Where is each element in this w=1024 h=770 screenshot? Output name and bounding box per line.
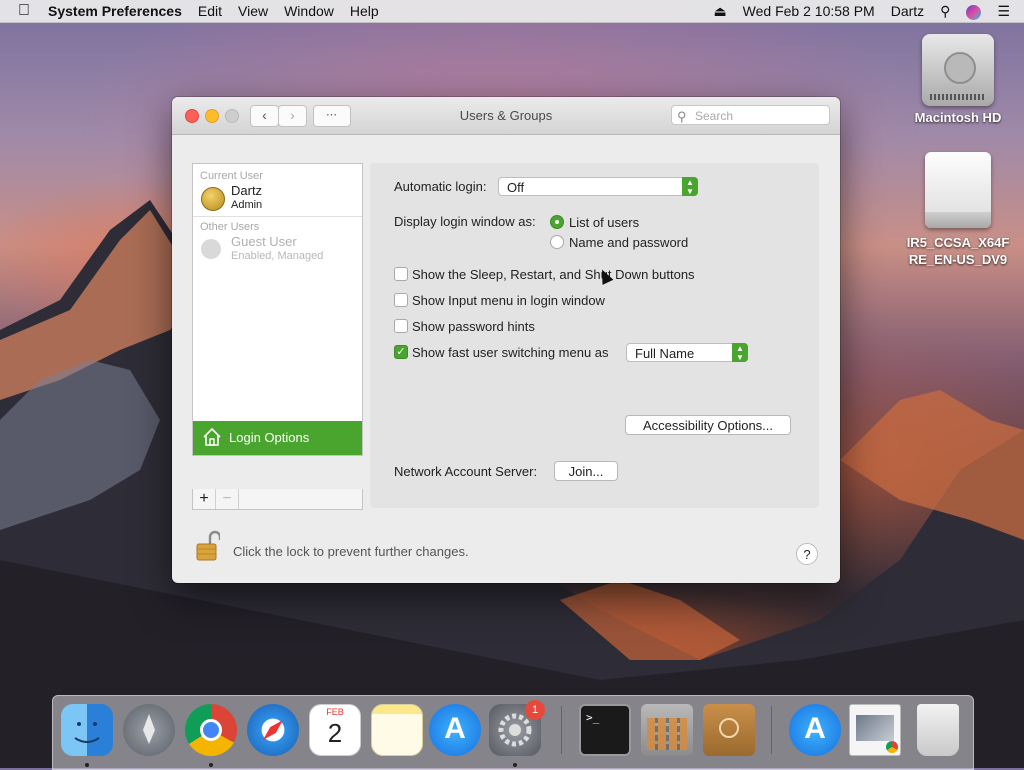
calendar-day: 2 bbox=[327, 718, 343, 748]
menu-bar:  System Preferences Edit View Window He… bbox=[0, 0, 1024, 23]
back-button[interactable]: ‹ bbox=[250, 105, 279, 127]
user-status: Enabled, Managed bbox=[231, 250, 324, 262]
lock-open-icon[interactable] bbox=[196, 530, 222, 562]
app-store-icon[interactable]: A bbox=[429, 704, 481, 756]
calendar-icon[interactable]: FEB 2 bbox=[309, 704, 361, 756]
apple-menu-icon[interactable]:  bbox=[0, 2, 40, 20]
running-indicator bbox=[513, 763, 517, 767]
network-account-server-label: Network Account Server: bbox=[394, 464, 538, 479]
notification-badge: 1 bbox=[525, 700, 545, 720]
house-icon bbox=[203, 427, 221, 446]
desktop-icon-macintosh-hd[interactable]: Macintosh HD bbox=[908, 34, 1008, 125]
menu-edit[interactable]: Edit bbox=[190, 0, 230, 22]
automatic-login-popup[interactable]: Off ▲ ▼ bbox=[498, 177, 698, 196]
show-all-button[interactable]: ⋯ bbox=[313, 105, 351, 127]
launchpad-icon[interactable] bbox=[123, 704, 175, 756]
checkbox-fast-user-switching-label[interactable]: Show fast user switching menu as bbox=[412, 345, 609, 360]
avatar bbox=[201, 187, 225, 211]
search-placeholder: Search bbox=[695, 109, 734, 123]
user-role: Admin bbox=[231, 199, 263, 211]
desktop-icon-external-drive[interactable]: IR5_CCSA_X64FRE_EN-US_DV9 bbox=[906, 152, 1010, 268]
radio-list-of-users-label[interactable]: List of users bbox=[569, 215, 639, 230]
checkbox-show-password-hints-label[interactable]: Show password hints bbox=[412, 319, 535, 334]
lock-row: Click the lock to prevent further change… bbox=[196, 530, 469, 565]
display-login-label: Display login window as: bbox=[394, 214, 536, 229]
menu-view[interactable]: View bbox=[230, 0, 276, 22]
desktop-icon-label: Macintosh HD bbox=[914, 110, 1002, 125]
checkmark-icon: ✓ bbox=[396, 346, 406, 358]
automatic-login-label: Automatic login: bbox=[394, 179, 487, 194]
calendar-month: FEB bbox=[326, 707, 344, 717]
fast-user-switch-value: Full Name bbox=[635, 346, 695, 361]
checkbox-show-input-menu[interactable] bbox=[394, 293, 408, 307]
siri-icon[interactable] bbox=[958, 0, 989, 22]
current-user-header: Current User bbox=[200, 170, 263, 182]
dock: FEB 2 A 1 >_ A bbox=[52, 695, 974, 770]
menu-window[interactable]: Window bbox=[276, 0, 342, 22]
notification-center-icon[interactable]: ☰ bbox=[989, 0, 1024, 22]
menu-app-name[interactable]: System Preferences bbox=[40, 0, 190, 22]
hard-drive-icon bbox=[922, 34, 994, 106]
grid-icon: ⋯ bbox=[326, 109, 338, 121]
dock-separator bbox=[561, 706, 562, 754]
chevron-right-icon: › bbox=[290, 107, 295, 123]
join-button[interactable]: Join... bbox=[554, 461, 618, 481]
spotlight-icon[interactable]: ⚲ bbox=[932, 0, 958, 22]
finder-icon[interactable] bbox=[61, 704, 113, 756]
automatic-login-value: Off bbox=[507, 180, 525, 195]
terminal-icon[interactable]: >_ bbox=[579, 704, 631, 756]
lock-hint-text: Click the lock to prevent further change… bbox=[233, 544, 469, 559]
checkbox-show-sleep-restart[interactable] bbox=[394, 267, 408, 281]
search-field[interactable]: ⚲ Search bbox=[671, 105, 830, 125]
radio-name-and-password-label[interactable]: Name and password bbox=[569, 235, 688, 250]
user-row-current[interactable]: Dartz Admin bbox=[193, 182, 362, 216]
desktop-icon-label: IR5_CCSA_X64FRE_EN-US_DV9 bbox=[906, 235, 1010, 267]
user-name: Guest User bbox=[231, 234, 297, 249]
login-options-pane: Automatic login: Off ▲ ▼ Display login wi… bbox=[370, 163, 819, 508]
add-user-button[interactable]: + bbox=[193, 489, 216, 509]
checkbox-show-sleep-restart-label[interactable]: Show the Sleep, Restart, and Shut Down b… bbox=[412, 267, 695, 282]
checkbox-show-password-hints[interactable] bbox=[394, 319, 408, 333]
external-drive-icon bbox=[925, 152, 991, 228]
dock-separator bbox=[771, 706, 772, 754]
radio-list-of-users[interactable] bbox=[550, 215, 564, 229]
user-name: Dartz bbox=[231, 183, 263, 198]
checkbox-show-input-menu-label[interactable]: Show Input menu in login window bbox=[412, 293, 605, 308]
search-icon: ⚲ bbox=[677, 109, 687, 124]
forward-button[interactable]: › bbox=[278, 105, 307, 127]
sidebar-footer: + − bbox=[192, 489, 363, 510]
trash-icon[interactable] bbox=[917, 704, 959, 756]
calculator-icon[interactable] bbox=[641, 704, 693, 756]
running-indicator bbox=[209, 763, 213, 767]
users-sidebar: Current User Dartz Admin Other Users Gue… bbox=[192, 163, 363, 456]
preview-icon[interactable] bbox=[849, 704, 901, 756]
chevron-updown-icon: ▲ ▼ bbox=[732, 343, 748, 362]
app-store-download-icon[interactable]: A bbox=[789, 704, 841, 756]
accessibility-options-button[interactable]: Accessibility Options... bbox=[625, 415, 791, 435]
contacts-icon[interactable] bbox=[703, 704, 755, 756]
guest-user-icon bbox=[201, 239, 221, 259]
user-row-guest[interactable]: Guest User Enabled, Managed bbox=[193, 233, 362, 267]
notes-icon[interactable] bbox=[371, 704, 423, 756]
remove-user-button[interactable]: − bbox=[216, 489, 239, 509]
radio-name-and-password[interactable] bbox=[550, 235, 564, 249]
menubar-datetime[interactable]: Wed Feb 2 10:58 PM bbox=[735, 0, 883, 22]
checkbox-fast-user-switching[interactable]: ✓ bbox=[394, 345, 408, 359]
safari-icon[interactable] bbox=[247, 704, 299, 756]
chevron-updown-icon: ▲ ▼ bbox=[682, 177, 698, 196]
window-titlebar[interactable]: Users & Groups ‹ › ⋯ ⚲ Search bbox=[172, 97, 840, 135]
chevron-left-icon: ‹ bbox=[262, 107, 267, 123]
help-button[interactable]: ? bbox=[796, 543, 818, 565]
running-indicator bbox=[85, 763, 89, 767]
users-and-groups-window: Users & Groups ‹ › ⋯ ⚲ Search Current Us… bbox=[172, 97, 840, 583]
login-options-item[interactable]: Login Options bbox=[193, 421, 362, 455]
eject-icon[interactable]: ⏏ bbox=[705, 0, 734, 22]
fast-user-switch-popup[interactable]: Full Name ▲ ▼ bbox=[626, 343, 748, 362]
menubar-user[interactable]: Dartz bbox=[883, 0, 932, 22]
chrome-icon[interactable] bbox=[185, 704, 237, 756]
other-users-header: Other Users bbox=[200, 221, 260, 233]
menu-help[interactable]: Help bbox=[342, 0, 387, 22]
login-options-label: Login Options bbox=[229, 430, 310, 445]
